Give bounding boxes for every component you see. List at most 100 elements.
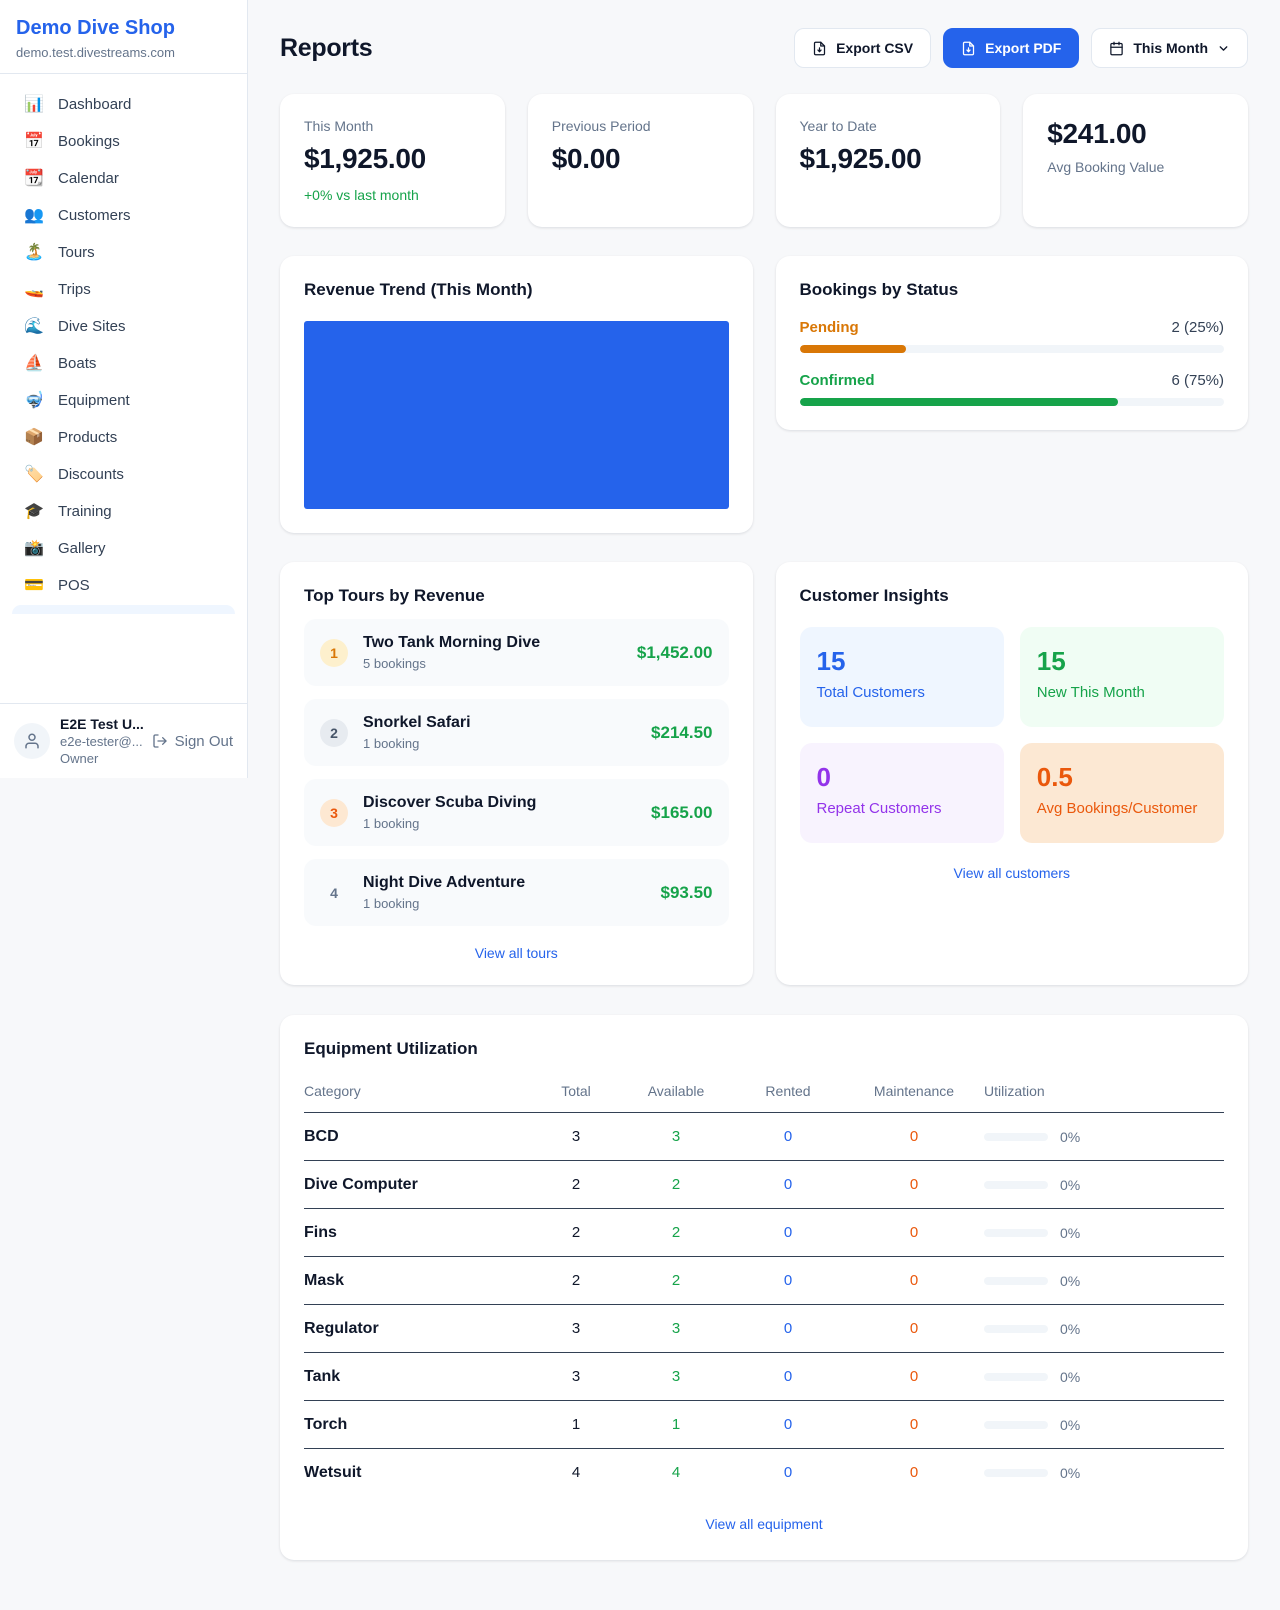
sidebar-item-discounts[interactable]: 🏷️ Discounts bbox=[12, 456, 235, 493]
cell-total: 3 bbox=[532, 1113, 620, 1161]
stat-change: +0% vs last month bbox=[304, 187, 481, 203]
sign-out-button[interactable]: Sign Out bbox=[152, 733, 233, 750]
view-all-equipment-link[interactable]: View all equipment bbox=[304, 1516, 1224, 1532]
export-csv-button[interactable]: Export CSV bbox=[794, 28, 931, 68]
sidebar-item-equipment[interactable]: 🤿 Equipment bbox=[12, 382, 235, 419]
mid-row: Top Tours by Revenue 1 Two Tank Morning … bbox=[280, 562, 1248, 985]
insight-tile-avg-bookings: 0.5 Avg Bookings/Customer bbox=[1020, 743, 1224, 843]
top-tours-title: Top Tours by Revenue bbox=[304, 586, 729, 606]
revenue-trend-title: Revenue Trend (This Month) bbox=[304, 280, 729, 300]
cell-total: 1 bbox=[532, 1401, 620, 1449]
cell-maintenance: 0 bbox=[844, 1257, 984, 1305]
tile-value: 0.5 bbox=[1037, 762, 1207, 793]
table-row: Mask 2 2 0 0 0% bbox=[304, 1257, 1224, 1305]
chevron-down-icon bbox=[1217, 42, 1230, 55]
cell-total: 4 bbox=[532, 1449, 620, 1497]
sidebar-item-label: Calendar bbox=[58, 170, 119, 187]
sidebar-item-pos[interactable]: 💳 POS bbox=[12, 567, 235, 604]
export-pdf-button[interactable]: Export PDF bbox=[943, 28, 1079, 68]
status-bar-fill bbox=[800, 345, 906, 353]
table-row: Tank 3 3 0 0 0% bbox=[304, 1353, 1224, 1401]
cell-utilization: 0% bbox=[984, 1113, 1224, 1161]
sidebar-item-gallery[interactable]: 📸 Gallery bbox=[12, 530, 235, 567]
tour-name: Night Dive Adventure bbox=[363, 874, 525, 892]
sidebar-nav: 📊 Dashboard 📅 Bookings 📆 Calendar 👥 Cust… bbox=[0, 74, 247, 703]
cell-category: Regulator bbox=[304, 1305, 532, 1353]
status-row-confirmed: Confirmed 6 (75%) bbox=[800, 372, 1225, 406]
charts-row: Revenue Trend (This Month) Bookings by S… bbox=[280, 256, 1248, 533]
utilization-bar bbox=[984, 1469, 1048, 1477]
sidebar-item-calendar[interactable]: 📆 Calendar bbox=[12, 160, 235, 197]
cell-utilization: 0% bbox=[984, 1353, 1224, 1401]
sidebar-item-label: Discounts bbox=[58, 466, 124, 483]
revenue-trend-card: Revenue Trend (This Month) bbox=[280, 256, 753, 533]
view-all-tours-link[interactable]: View all tours bbox=[304, 945, 729, 961]
user-role: Owner bbox=[60, 751, 142, 766]
cell-total: 2 bbox=[532, 1257, 620, 1305]
utilization-bar bbox=[984, 1325, 1048, 1333]
rank-badge: 2 bbox=[320, 719, 348, 747]
tile-label: Total Customers bbox=[817, 684, 987, 701]
tour-name: Snorkel Safari bbox=[363, 714, 471, 732]
tour-list-item: 2 Snorkel Safari 1 booking $214.50 bbox=[304, 699, 729, 766]
user-info: E2E Test U... e2e-tester@... Owner bbox=[60, 716, 142, 766]
tour-revenue: $214.50 bbox=[651, 723, 712, 743]
bar-chart-icon: 📊 bbox=[24, 97, 44, 113]
cell-category: BCD bbox=[304, 1113, 532, 1161]
sidebar-item-training[interactable]: 🎓 Training bbox=[12, 493, 235, 530]
wave-icon: 🌊 bbox=[24, 319, 44, 335]
cell-rented: 0 bbox=[732, 1113, 844, 1161]
file-download-icon bbox=[961, 41, 976, 56]
people-icon: 👥 bbox=[24, 208, 44, 224]
sidebar-item-dashboard[interactable]: 📊 Dashboard bbox=[12, 86, 235, 123]
sidebar-item-products[interactable]: 📦 Products bbox=[12, 419, 235, 456]
cell-available: 2 bbox=[620, 1257, 732, 1305]
period-selector-value: This Month bbox=[1133, 40, 1208, 56]
stat-card-previous-period: Previous Period $0.00 bbox=[528, 94, 753, 227]
sidebar-item-label: Dashboard bbox=[58, 96, 131, 113]
column-header-maintenance: Maintenance bbox=[844, 1073, 984, 1113]
utilization-pct: 0% bbox=[1060, 1321, 1080, 1337]
view-all-customers-link[interactable]: View all customers bbox=[800, 865, 1225, 881]
sidebar-item-customers[interactable]: 👥 Customers bbox=[12, 197, 235, 234]
sidebar-item-dive-sites[interactable]: 🌊 Dive Sites bbox=[12, 308, 235, 345]
cell-available: 2 bbox=[620, 1161, 732, 1209]
utilization-pct: 0% bbox=[1060, 1465, 1080, 1481]
speedboat-icon: 🚤 bbox=[24, 282, 44, 298]
sidebar-item-bookings[interactable]: 📅 Bookings bbox=[12, 123, 235, 160]
bookings-by-status-card: Bookings by Status Pending 2 (25%) Confi… bbox=[776, 256, 1249, 430]
table-row: Regulator 3 3 0 0 0% bbox=[304, 1305, 1224, 1353]
period-selector[interactable]: This Month bbox=[1091, 28, 1248, 68]
tour-list-item: 4 Night Dive Adventure 1 booking $93.50 bbox=[304, 859, 729, 926]
status-bar-fill bbox=[800, 398, 1118, 406]
table-row: Dive Computer 2 2 0 0 0% bbox=[304, 1161, 1224, 1209]
sign-out-label: Sign Out bbox=[175, 733, 233, 750]
sidebar-item-label: Trips bbox=[58, 281, 91, 298]
column-header-total: Total bbox=[532, 1073, 620, 1113]
sidebar-header: Demo Dive Shop demo.test.divestreams.com bbox=[0, 0, 247, 74]
sidebar-item-tours[interactable]: 🏝️ Tours bbox=[12, 234, 235, 271]
stat-card-this-month: This Month $1,925.00 +0% vs last month bbox=[280, 94, 505, 227]
insight-tiles: 15 Total Customers 15 New This Month 0 R… bbox=[800, 627, 1225, 843]
cell-available: 1 bbox=[620, 1401, 732, 1449]
tour-revenue: $165.00 bbox=[651, 803, 712, 823]
shop-name-link[interactable]: Demo Dive Shop bbox=[16, 17, 231, 40]
cell-utilization: 0% bbox=[984, 1161, 1224, 1209]
utilization-pct: 0% bbox=[1060, 1417, 1080, 1433]
cell-utilization: 0% bbox=[984, 1257, 1224, 1305]
sidebar-item-trips[interactable]: 🚤 Trips bbox=[12, 271, 235, 308]
diving-mask-icon: 🤿 bbox=[24, 393, 44, 409]
sidebar-item-boats[interactable]: ⛵ Boats bbox=[12, 345, 235, 382]
utilization-pct: 0% bbox=[1060, 1129, 1080, 1145]
cell-rented: 0 bbox=[732, 1353, 844, 1401]
avatar bbox=[14, 723, 50, 759]
sidebar-item-label: Products bbox=[58, 429, 117, 446]
tour-bookings: 1 booking bbox=[363, 816, 536, 831]
user-email: e2e-tester@... bbox=[60, 734, 142, 749]
cell-utilization: 0% bbox=[984, 1209, 1224, 1257]
tour-bookings: 5 bookings bbox=[363, 656, 540, 671]
tour-list-item: 3 Discover Scuba Diving 1 booking $165.0… bbox=[304, 779, 729, 846]
sidebar-item-reports-partial[interactable] bbox=[12, 605, 235, 614]
cell-maintenance: 0 bbox=[844, 1353, 984, 1401]
insight-tile-new-this-month: 15 New This Month bbox=[1020, 627, 1224, 727]
